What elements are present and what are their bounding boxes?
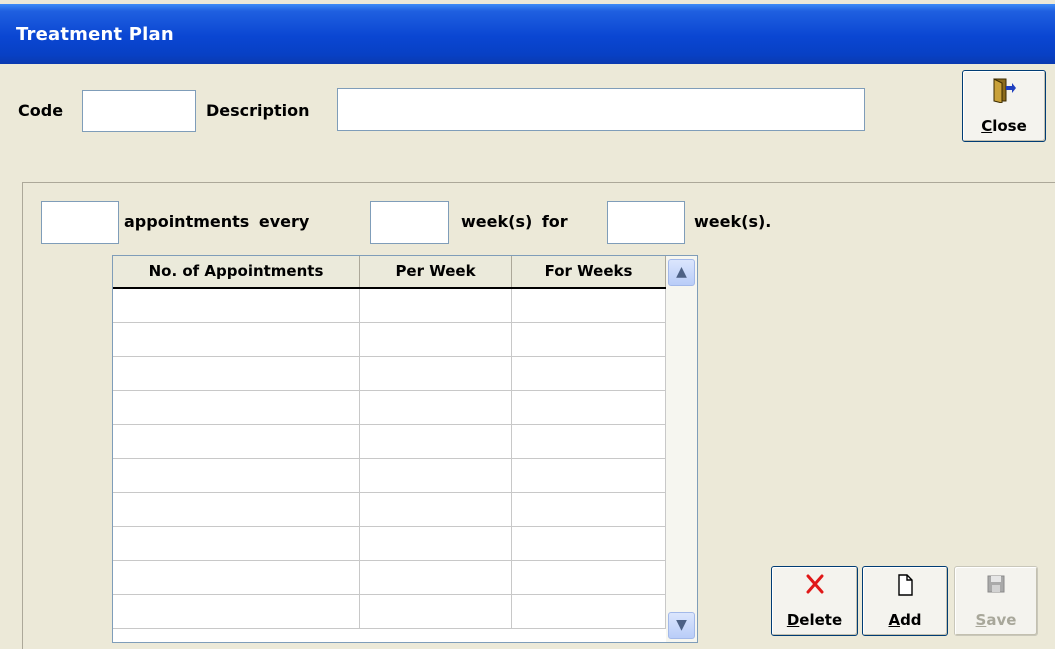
table-row[interactable] <box>113 459 666 493</box>
add-label: Add <box>888 611 922 629</box>
table-cell[interactable] <box>113 289 360 323</box>
save-button[interactable]: Save <box>954 566 1038 636</box>
table-row[interactable] <box>113 289 666 323</box>
weeks-for-label: week(s) for <box>461 212 568 231</box>
delete-button[interactable]: Delete <box>771 566 858 636</box>
for-weeks-field[interactable] <box>607 201 685 244</box>
code-label: Code <box>18 101 64 120</box>
table-row[interactable] <box>113 357 666 391</box>
close-label: Close <box>981 117 1027 135</box>
table-row[interactable] <box>113 425 666 459</box>
table-cell[interactable] <box>512 595 666 629</box>
table-cell[interactable] <box>360 561 512 595</box>
table-cell[interactable] <box>113 493 360 527</box>
table-cell[interactable] <box>512 323 666 357</box>
add-button[interactable]: Add <box>862 566 948 636</box>
table-cell[interactable] <box>512 493 666 527</box>
table-cell[interactable] <box>360 527 512 561</box>
appointments-count-field[interactable] <box>41 201 119 244</box>
table-row[interactable] <box>113 493 666 527</box>
table-cell[interactable] <box>360 425 512 459</box>
table-cell[interactable] <box>113 459 360 493</box>
new-page-icon <box>898 574 913 596</box>
table-cell[interactable] <box>360 493 512 527</box>
table-cell[interactable] <box>113 425 360 459</box>
grid-header: No. of Appointments Per Week For Weeks <box>113 256 666 289</box>
every-weeks-field[interactable] <box>370 201 449 244</box>
table-cell[interactable] <box>512 561 666 595</box>
table-row[interactable] <box>113 561 666 595</box>
exit-door-icon <box>993 78 1016 103</box>
table-cell[interactable] <box>360 323 512 357</box>
table-cell[interactable] <box>512 459 666 493</box>
chevron-down-icon: ▼ <box>676 617 687 633</box>
table-cell[interactable] <box>113 323 360 357</box>
scroll-down-button[interactable]: ▼ <box>668 612 695 639</box>
table-cell[interactable] <box>360 391 512 425</box>
save-label: Save <box>975 611 1017 629</box>
table-row[interactable] <box>113 527 666 561</box>
column-header-appointments[interactable]: No. of Appointments <box>113 256 360 287</box>
table-cell[interactable] <box>512 357 666 391</box>
weeks-end-label: week(s). <box>694 212 772 231</box>
close-button[interactable]: Close <box>962 70 1046 142</box>
floppy-disk-icon <box>987 575 1005 593</box>
vertical-scrollbar[interactable]: ▲ ▼ <box>666 256 697 642</box>
column-header-for-weeks[interactable]: For Weeks <box>512 256 666 287</box>
appointments-every-label: appointments every <box>124 212 310 231</box>
table-cell[interactable] <box>113 357 360 391</box>
table-row[interactable] <box>113 595 666 629</box>
table-cell[interactable] <box>360 459 512 493</box>
table-cell[interactable] <box>113 595 360 629</box>
table-cell[interactable] <box>360 289 512 323</box>
table-cell[interactable] <box>113 391 360 425</box>
delete-label: Delete <box>786 611 843 629</box>
table-cell[interactable] <box>360 595 512 629</box>
chevron-up-icon: ▲ <box>676 264 687 280</box>
table-cell[interactable] <box>512 527 666 561</box>
appointments-grid[interactable]: No. of Appointments Per Week For Weeks ▲… <box>112 255 698 643</box>
table-row[interactable] <box>113 391 666 425</box>
code-field[interactable] <box>82 90 196 132</box>
table-cell[interactable] <box>113 561 360 595</box>
table-cell[interactable] <box>512 289 666 323</box>
table-row[interactable] <box>113 323 666 357</box>
column-header-per-week[interactable]: Per Week <box>360 256 512 287</box>
description-field[interactable] <box>337 88 865 131</box>
window-title: Treatment Plan <box>16 24 174 45</box>
red-x-icon <box>806 574 823 594</box>
table-cell[interactable] <box>360 357 512 391</box>
grid-body <box>113 289 666 629</box>
table-cell[interactable] <box>512 425 666 459</box>
scroll-up-button[interactable]: ▲ <box>668 259 695 286</box>
table-cell[interactable] <box>512 391 666 425</box>
title-bar: Treatment Plan <box>0 0 1055 64</box>
description-label: Description <box>206 101 310 120</box>
table-cell[interactable] <box>113 527 360 561</box>
